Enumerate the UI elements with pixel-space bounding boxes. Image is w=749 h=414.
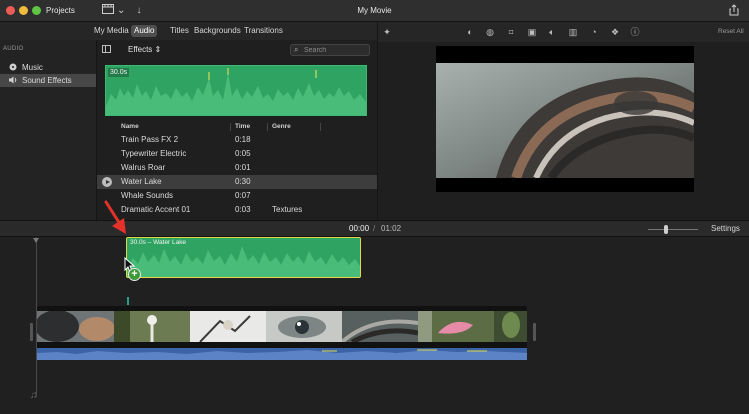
annotation-arrow-icon [104, 200, 126, 234]
video-still-image [436, 63, 694, 178]
list-item[interactable]: Train Pass FX 2 0:18 [97, 133, 377, 147]
video-viewer [377, 42, 749, 220]
column-divider [267, 123, 268, 131]
track-trim-handle-left[interactable] [30, 323, 33, 341]
list-item[interactable]: Dramatic Accent 01 0:03 Textures [97, 203, 377, 217]
crop-icon[interactable]: ⌗ [505, 26, 517, 38]
settings-button[interactable]: Settings [711, 223, 740, 235]
filter-icon[interactable]: ❖ [609, 26, 621, 38]
sound-time: 0:07 [235, 191, 251, 200]
sidebar-item-label: Music [22, 63, 43, 72]
share-icon[interactable] [727, 4, 741, 18]
sidebar-item-label: Sound Effects [22, 76, 72, 85]
speed-icon[interactable]: ◔ [588, 26, 600, 38]
sound-name: Water Lake [121, 177, 162, 186]
list-header: Name Time Genre [97, 121, 377, 133]
video-thumbnail [494, 311, 527, 342]
sound-genre: Textures [272, 205, 303, 214]
preview-duration-badge: 30.0s [108, 68, 130, 77]
video-thumbnail [418, 311, 494, 342]
waveform-preview[interactable]: 30.0s [105, 65, 367, 116]
title-bar: Projects ⌄ ↓ My Movie [0, 0, 749, 22]
zoom-slider-knob[interactable] [664, 225, 668, 234]
info-icon[interactable]: ⓘ [629, 26, 641, 38]
list-item-selected[interactable]: Water Lake 0:30 [97, 175, 377, 189]
search-input[interactable] [304, 45, 368, 55]
sound-time: 0:05 [235, 149, 251, 158]
effects-dropdown[interactable]: Effects ⇕ [128, 44, 161, 56]
search-icon: ⌕ [294, 45, 299, 54]
chevron-updown-icon: ⇕ [154, 45, 162, 54]
video-thumbnail [114, 311, 190, 342]
equalizer-icon[interactable]: ▥ [567, 26, 579, 38]
current-time: 00:00 [349, 224, 370, 233]
sound-name: Train Pass FX 2 [121, 135, 179, 144]
music-disc-icon [9, 61, 19, 75]
total-time: 01:02 [381, 224, 402, 233]
sound-time: 0:01 [235, 163, 251, 172]
list-item[interactable]: Walrus Roar 0:01 [97, 161, 377, 175]
video-thumbnail [190, 311, 266, 342]
tab-my-media[interactable]: My Media [91, 25, 132, 37]
volume-icon[interactable]: 🔈︎ [546, 26, 558, 38]
video-thumbnail [37, 311, 114, 342]
tab-titles[interactable]: Titles [167, 25, 192, 37]
viewer-toolbar: ✦ ◐ ◍ ⌗ ▣ 🔈︎ ▥ ◔ ❖ ⓘ Reset All [377, 22, 749, 42]
zoom-slider-track[interactable] [648, 229, 698, 230]
window-title: My Movie [357, 6, 392, 15]
column-divider [320, 123, 321, 131]
sidebar-header: AUDIO [3, 46, 24, 52]
sound-name: Dramatic Accent 01 [121, 205, 191, 214]
speaker-icon [9, 74, 19, 88]
sidebar-item-sound-effects[interactable]: Sound Effects [0, 74, 96, 87]
video-frame [436, 46, 694, 192]
column-header-time[interactable]: Time [235, 121, 250, 133]
tab-transitions[interactable]: Transitions [241, 25, 286, 37]
video-thumbnail [342, 311, 418, 342]
effects-header: Effects ⇕ ⌕ [97, 40, 377, 60]
reset-all-button[interactable]: Reset All [718, 26, 744, 38]
play-icon[interactable] [102, 177, 112, 187]
stabilization-icon[interactable]: ▣ [526, 26, 538, 38]
effects-dropdown-label: Effects [128, 45, 153, 54]
column-header-genre[interactable]: Genre [272, 121, 291, 133]
sound-name: Walrus Roar [121, 163, 166, 172]
audio-clip-label: 30.0s – Water Lake [130, 239, 187, 246]
search-box[interactable]: ⌕ [290, 44, 370, 56]
sidebar-toggle-icon[interactable] [102, 45, 111, 53]
add-clip-icon: + [128, 268, 141, 281]
sound-time: 0:18 [235, 135, 251, 144]
time-separator: / [373, 224, 376, 233]
column-divider [230, 123, 231, 131]
browser-tabs: My Media Audio Titles Backgrounds Transi… [0, 22, 377, 40]
magic-wand-icon[interactable]: ✦ [381, 26, 393, 38]
tab-audio[interactable]: Audio [131, 25, 158, 37]
clip-connector [127, 297, 129, 305]
sidebar-item-music[interactable]: Music [0, 61, 96, 74]
audio-sidebar: AUDIO Music Sound Effects [0, 40, 97, 220]
track-trim-handle-right[interactable] [533, 323, 536, 341]
video-thumbnail [266, 311, 342, 342]
waveform-graphic [106, 68, 366, 115]
sound-name: Typewriter Electric [121, 149, 187, 158]
color-correction-icon[interactable]: ◍ [484, 26, 496, 38]
video-audio-track[interactable] [37, 348, 527, 360]
sound-effects-panel: Effects ⇕ ⌕ 30.0s Name Time Genre Train … [97, 40, 377, 220]
audio-track-waveform [37, 349, 527, 360]
music-note-icon: ♫ [30, 390, 38, 401]
list-item[interactable]: Whale Sounds 0:07 [97, 189, 377, 203]
sound-time: 0:30 [235, 177, 251, 186]
color-balance-icon[interactable]: ◐ [464, 26, 476, 38]
column-header-name[interactable]: Name [121, 121, 139, 133]
dragged-audio-clip[interactable]: 30.0s – Water Lake [126, 237, 361, 278]
timeline: 30.0s – Water Lake + ♫ [0, 237, 749, 414]
list-item[interactable]: Typewriter Electric 0:05 [97, 147, 377, 161]
tab-backgrounds[interactable]: Backgrounds [191, 25, 244, 37]
sound-time: 0:03 [235, 205, 251, 214]
playhead-icon[interactable] [33, 238, 39, 243]
